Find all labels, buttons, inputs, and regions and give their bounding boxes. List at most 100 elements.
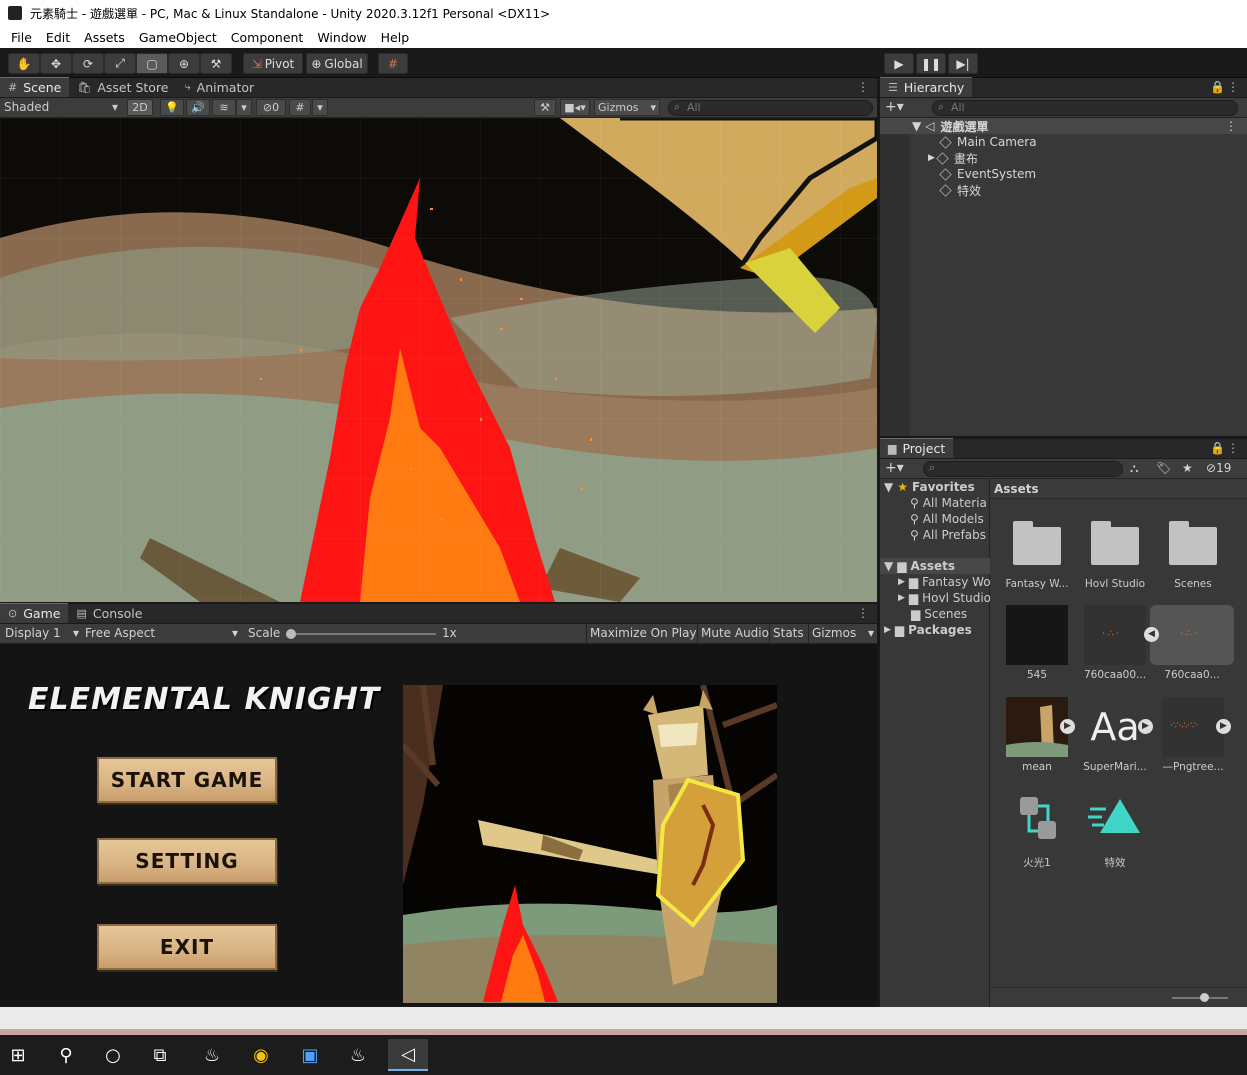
steam-icon[interactable]: ♨: [200, 1043, 224, 1067]
favorite-item[interactable]: ⚲ All Prefabs: [880, 527, 990, 543]
asset-item[interactable]: ▶ mean: [999, 697, 1075, 773]
effects-toggle-icon[interactable]: ≋: [212, 99, 236, 116]
asset-folder-node[interactable]: ▆ Scenes: [880, 606, 990, 622]
game-view[interactable]: ELEMENTAL KNIGHT START GAME SETTING EXIT: [0, 644, 877, 1006]
global-toggle[interactable]: ⊕ Global: [306, 53, 368, 74]
asset-item[interactable]: · ∴ · 760caa00...: [1077, 605, 1153, 681]
maximize-on-play-toggle[interactable]: Maximize On Play: [586, 624, 700, 643]
scene-viewport[interactable]: [0, 118, 877, 602]
shading-dropdown[interactable]: Shaded ▾: [4, 100, 120, 114]
asset-item-selected[interactable]: ◀ · ∴ · 760caa0...: [1144, 605, 1234, 681]
hidden-objects-toggle[interactable]: ⊘ 0: [256, 99, 286, 116]
chrome-icon[interactable]: ◉: [249, 1043, 273, 1067]
asset-item[interactable]: Fantasy W...: [999, 519, 1075, 590]
hierarchy-item[interactable]: ▶ 畫布: [880, 150, 1247, 166]
search-icon[interactable]: ⚲: [54, 1043, 78, 1067]
project-breadcrumb[interactable]: Assets: [990, 479, 1247, 499]
project-menu-icon[interactable]: ⋮: [1227, 441, 1239, 455]
transform-tool-icon[interactable]: ⊕: [168, 53, 200, 74]
task-view-icon[interactable]: ⧉: [148, 1043, 172, 1067]
asset-folder-node[interactable]: ▶ ▆ Fantasy Wo: [880, 574, 990, 590]
rect-tool-icon[interactable]: ▢: [136, 53, 168, 74]
project-add-icon[interactable]: +▾: [885, 460, 904, 476]
pivot-toggle[interactable]: ⇲ Pivot: [243, 53, 303, 74]
tab-animator[interactable]: ⤷ Animator: [177, 77, 263, 97]
menu-assets[interactable]: Assets: [77, 30, 132, 45]
windows-start-icon[interactable]: ⊞: [6, 1043, 30, 1067]
tab-hierarchy[interactable]: ☰ Hierarchy: [880, 77, 973, 97]
asset-item[interactable]: Scenes: [1155, 519, 1231, 590]
hierarchy-item[interactable]: Main Camera: [880, 134, 1247, 150]
icon-size-slider-thumb[interactable]: [1200, 993, 1209, 1002]
hierarchy-add-icon[interactable]: +▾: [885, 99, 904, 115]
scale-tool-icon[interactable]: ⤢: [104, 53, 136, 74]
asset-item[interactable]: ·∵·∴·∵· ▶ —Pngtree...: [1155, 697, 1231, 773]
filter-by-type-icon[interactable]: ⛬: [1130, 461, 1138, 476]
tab-scene[interactable]: # Scene: [0, 77, 70, 97]
project-search-input[interactable]: [923, 461, 1123, 477]
rotate-tool-icon[interactable]: ⟳: [72, 53, 104, 74]
scale-slider[interactable]: [286, 629, 436, 639]
expand-arrow-icon[interactable]: ▶: [1138, 719, 1153, 734]
grid-snap-icon[interactable]: #: [378, 53, 408, 74]
favorite-star-icon[interactable]: ★: [1182, 461, 1193, 475]
pause-button[interactable]: ❚❚: [916, 53, 946, 74]
scale-slider-thumb[interactable]: [286, 629, 296, 639]
step-button[interactable]: ▶|: [948, 53, 978, 74]
menu-edit[interactable]: Edit: [39, 30, 77, 45]
assets-node[interactable]: ▼ ▆ Assets: [880, 558, 990, 574]
photos-app-icon[interactable]: ▣: [298, 1043, 322, 1067]
game-menu-icon[interactable]: ⋮: [857, 606, 869, 620]
exit-button[interactable]: EXIT: [97, 924, 277, 970]
hidden-packages-toggle[interactable]: ⊘19: [1206, 461, 1231, 475]
asset-item[interactable]: 火光1: [999, 791, 1075, 870]
menu-help[interactable]: Help: [374, 30, 417, 45]
tab-game[interactable]: ⊙ Game: [0, 603, 69, 623]
hand-tool-icon[interactable]: ✋: [8, 53, 40, 74]
expand-arrow-icon[interactable]: ▶: [1216, 719, 1231, 734]
tab-project[interactable]: ▆ Project: [880, 438, 954, 458]
asset-item[interactable]: Hovl Studio: [1077, 519, 1153, 590]
stats-toggle[interactable]: Stats: [769, 624, 807, 643]
tools-icon[interactable]: ⚒: [534, 99, 556, 116]
hierarchy-scene-row[interactable]: ▼ ◁ 遊戲選單 ⋮: [880, 118, 1247, 134]
scene-menu-icon[interactable]: ⋮: [857, 80, 869, 94]
scene-row-menu-icon[interactable]: ⋮: [1225, 119, 1237, 133]
asset-item[interactable]: 545: [999, 605, 1075, 681]
move-tool-icon[interactable]: ✥: [40, 53, 72, 74]
icon-size-slider[interactable]: [1172, 993, 1228, 1002]
play-button[interactable]: ▶: [884, 53, 914, 74]
menu-gameobject[interactable]: GameObject: [132, 30, 224, 45]
unity-taskbar-icon[interactable]: ◁: [388, 1039, 428, 1071]
grid-dropdown-icon[interactable]: ▾: [312, 99, 328, 116]
favorite-item[interactable]: ⚲ All Models: [880, 511, 990, 527]
menu-file[interactable]: File: [4, 30, 39, 45]
custom-tool-icon[interactable]: ⚒: [200, 53, 232, 74]
project-lock-icon[interactable]: 🔒: [1210, 441, 1225, 455]
asset-folder-node[interactable]: ▶ ▆ Hovl Studio: [880, 590, 990, 606]
menu-window[interactable]: Window: [310, 30, 373, 45]
cortana-icon[interactable]: ○: [101, 1043, 125, 1067]
collapse-arrow-icon[interactable]: ◀: [1144, 627, 1159, 642]
grid-toggle-icon[interactable]: #: [289, 99, 311, 116]
hierarchy-item[interactable]: EventSystem: [880, 166, 1247, 182]
mode-2d-toggle[interactable]: 2D: [127, 99, 153, 116]
steam-icon-2[interactable]: ♨: [346, 1043, 370, 1067]
display-dropdown[interactable]: Display 1 ▾: [5, 626, 79, 640]
camera-dropdown-icon[interactable]: ■◂▾: [560, 99, 590, 116]
filter-by-label-icon[interactable]: 🏷: [1156, 461, 1171, 475]
asset-item[interactable]: Aa ▶ SuperMari...: [1077, 697, 1153, 773]
menu-component[interactable]: Component: [224, 30, 311, 45]
hierarchy-item[interactable]: 特效: [880, 182, 1247, 198]
tab-asset-store[interactable]: 🛍 Asset Store: [69, 77, 176, 97]
mute-audio-toggle[interactable]: Mute Audio: [697, 624, 772, 643]
asset-item[interactable]: 特效: [1077, 791, 1153, 870]
hierarchy-lock-icon[interactable]: 🔒: [1210, 80, 1225, 94]
favorite-item[interactable]: ⚲ All Materia: [880, 495, 990, 511]
favorites-node[interactable]: ▼ ★ Favorites: [880, 479, 990, 495]
game-gizmos-dropdown[interactable]: Gizmos ▾: [808, 624, 877, 643]
hierarchy-search-input[interactable]: All: [932, 100, 1238, 116]
audio-toggle-icon[interactable]: 🔊: [186, 99, 210, 116]
aspect-dropdown[interactable]: Free Aspect ▾: [85, 626, 240, 640]
start-game-button[interactable]: START GAME: [97, 757, 277, 803]
